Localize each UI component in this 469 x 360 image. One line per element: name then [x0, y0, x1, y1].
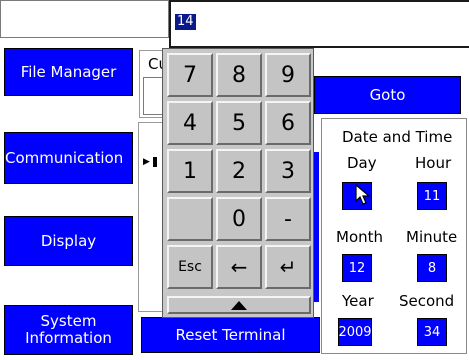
communication-label: Communication: [5, 148, 124, 167]
year-label: Year: [342, 292, 374, 310]
goto-label: Goto: [369, 86, 406, 104]
key-4[interactable]: 4: [167, 101, 213, 145]
date-time-title: Date and Time: [342, 128, 453, 146]
numeric-keypad: 7 8 9 4 5 6 1 2 3 0 - Esc ← ↵: [162, 48, 314, 318]
key-backspace[interactable]: ←: [216, 245, 262, 289]
key-6[interactable]: 6: [265, 101, 311, 145]
triangle-up-icon: [231, 300, 247, 310]
status-field: [0, 0, 169, 38]
key-2[interactable]: 2: [216, 149, 262, 193]
reset-terminal-button[interactable]: Reset Terminal: [141, 317, 320, 353]
key-0[interactable]: 0: [216, 197, 262, 241]
month-label: Month: [336, 228, 384, 246]
display-button[interactable]: Display: [4, 216, 133, 266]
key-3[interactable]: 3: [265, 149, 311, 193]
list-item-marker: [153, 157, 157, 167]
file-manager-label: File Manager: [20, 62, 117, 81]
system-information-button[interactable]: System Information: [4, 305, 133, 355]
minute-value[interactable]: 8: [417, 254, 447, 282]
second-value[interactable]: 34: [417, 318, 447, 346]
key-1[interactable]: 1: [167, 149, 213, 193]
display-label: Display: [40, 231, 97, 250]
communication-button[interactable]: Communication: [4, 132, 133, 184]
reset-terminal-label: Reset Terminal: [175, 326, 286, 344]
minute-label: Minute: [406, 228, 458, 246]
numeric-entry-field[interactable]: 14: [169, 0, 469, 48]
file-manager-button[interactable]: File Manager: [4, 48, 133, 96]
month-value[interactable]: 12: [342, 254, 372, 282]
goto-button[interactable]: Goto: [314, 76, 461, 114]
entry-value: 14: [175, 14, 196, 30]
key-7[interactable]: 7: [167, 53, 213, 97]
key-8[interactable]: 8: [216, 53, 262, 97]
list-selection-arrow-icon: ▶: [143, 157, 150, 167]
key-escape[interactable]: Esc: [167, 245, 213, 289]
key-9[interactable]: 9: [265, 53, 311, 97]
hour-value[interactable]: 11: [417, 182, 447, 210]
system-information-label-line1: System: [40, 312, 97, 330]
hour-label: Hour: [415, 154, 452, 172]
key-minus[interactable]: -: [265, 197, 311, 241]
key-5[interactable]: 5: [216, 101, 262, 145]
key-enter[interactable]: ↵: [265, 245, 311, 289]
year-value[interactable]: 2009: [338, 318, 372, 346]
keypad-scroll-up-button[interactable]: [167, 296, 311, 314]
second-label: Second: [399, 292, 455, 310]
day-label: Day: [347, 154, 377, 172]
system-information-label-line2: Information: [25, 329, 112, 347]
mouse-pointer-icon: [355, 184, 371, 205]
key-blank[interactable]: [167, 197, 213, 241]
